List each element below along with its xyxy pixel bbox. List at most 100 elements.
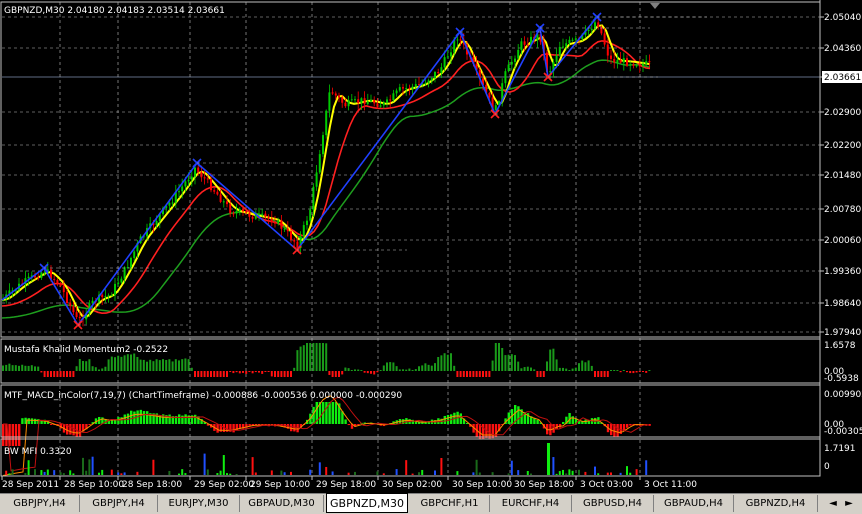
momentum-bar — [264, 371, 267, 372]
chart-tab-gbpjpy-h4[interactable]: GBPJPY,H4 — [0, 495, 80, 512]
candle-body — [283, 228, 286, 230]
scroll-left-icon[interactable]: ◄ — [826, 496, 840, 512]
mfi-bar — [101, 469, 104, 475]
momentum-bar — [414, 369, 417, 371]
price-level-label: 1.99360 — [824, 267, 861, 277]
chart-canvas[interactable]: 2.05040 2.04360 2.03661 2.02900 2.02200 2.014… — [0, 0, 862, 493]
candle-body — [331, 92, 334, 94]
momentum-bar — [133, 353, 136, 371]
momentum-bar — [187, 359, 190, 371]
momentum-bar — [421, 365, 424, 371]
chart-tab-gbpjpy-h4[interactable]: GBPJPY,H4 — [80, 495, 158, 512]
momentum-bar — [328, 371, 331, 375]
candle-body — [251, 216, 254, 219]
candle-body — [184, 181, 187, 187]
momentum-bar — [59, 371, 62, 377]
macd-histogram-bar — [232, 424, 235, 433]
macd-histogram-bar — [88, 424, 91, 425]
momentum-bar — [638, 371, 641, 372]
macd-histogram-bar — [443, 415, 446, 424]
candle-body — [350, 99, 353, 101]
mfi-bar — [123, 472, 126, 475]
chart-tab-gbpchf-h1[interactable]: GBPCHF,H1 — [410, 495, 490, 512]
candle-body — [334, 93, 337, 96]
macd-histogram-bar — [536, 419, 539, 424]
time-axis-label: 28 Sep 10:00 — [64, 480, 124, 490]
candle-body — [155, 220, 158, 226]
mfi-bar — [325, 466, 328, 475]
momentum-bar — [546, 361, 548, 371]
momentum-bar — [168, 359, 171, 371]
momentum-bar — [350, 370, 353, 371]
momentum-bar — [610, 370, 612, 371]
mfi-bar — [411, 473, 414, 475]
momentum-bar — [219, 371, 222, 377]
scroll-right-icon[interactable]: ► — [842, 496, 856, 512]
mfi-bar — [62, 473, 65, 475]
momentum-bar — [62, 371, 65, 377]
momentum-bar — [360, 370, 363, 371]
chart-tab-gbpaud-h4[interactable]: GBPAUD,H4 — [654, 495, 734, 512]
candle-body — [318, 154, 321, 173]
momentum-bar — [565, 368, 568, 371]
momentum-bar — [539, 371, 542, 377]
candle-body — [200, 172, 203, 178]
time-axis-label: 30 Sep 10:00 — [452, 480, 512, 490]
mfi-bar — [24, 473, 27, 475]
chart-tab-gbpnzd-h4[interactable]: GBPNZD,H4 — [734, 495, 818, 512]
macd-histogram-bar — [69, 424, 72, 435]
candle-body — [248, 212, 251, 217]
macd-histogram-bar — [178, 414, 181, 424]
time-axis-label: 28 Sep 18:00 — [122, 480, 182, 490]
candle-body — [392, 93, 395, 101]
mfi-bar — [558, 471, 561, 475]
momentum-bar — [142, 359, 145, 371]
candle-body — [405, 88, 408, 90]
candle-body — [408, 88, 411, 90]
chart-area[interactable]: 2.05040 2.04360 2.03661 2.02900 2.02200 2.014… — [0, 0, 862, 493]
momentum-bar — [174, 359, 177, 371]
candle-body — [75, 312, 78, 318]
mfi-bar — [34, 469, 36, 475]
momentum-bar — [594, 371, 596, 377]
mfi-bar — [82, 457, 84, 475]
candle-body — [613, 58, 616, 63]
candle-body — [274, 222, 276, 224]
candle-body — [187, 179, 190, 182]
candle-body — [443, 57, 446, 68]
momentum-bar — [11, 365, 14, 371]
chart-tab-eurchf-h4[interactable]: EURCHF,H4 — [490, 495, 572, 512]
macd-histogram-bar — [34, 418, 37, 424]
mfi-bar — [571, 470, 574, 475]
momentum-bar — [104, 366, 107, 371]
momentum-bar — [46, 371, 49, 377]
momentum-bar — [40, 371, 43, 373]
mfi-bar — [168, 470, 171, 475]
macd-panel-label: MTF_MACD_inColor(7,19,7) (ChartTimeframe… — [4, 391, 402, 401]
momentum-bar — [72, 371, 75, 377]
momentum-bar — [382, 365, 385, 371]
candle-body — [27, 276, 30, 279]
momentum-bar — [50, 371, 52, 377]
momentum-bar — [344, 367, 347, 371]
macd-histogram-bar — [72, 424, 75, 436]
chart-tab-gbpnzd-m30[interactable]: GBPNZD,M30 — [326, 493, 408, 513]
mfi-bar — [235, 473, 238, 475]
chart-tab-eurjpy-m30[interactable]: EURJPY,M30 — [158, 495, 240, 512]
momentum-bar — [494, 343, 497, 371]
momentum-bar — [616, 370, 619, 371]
momentum-bar — [462, 371, 465, 377]
time-axis-label: 3 Oct 03:00 — [580, 480, 633, 490]
momentum-bar — [78, 359, 81, 371]
mfi-bar — [88, 459, 91, 475]
momentum-bar — [8, 363, 11, 371]
momentum-bar — [98, 369, 100, 371]
chart-tab-gbpusd-h4[interactable]: GBPUSD,H4 — [572, 495, 654, 512]
mfi-bar — [120, 473, 123, 475]
chart-tab-gbpaud-m30[interactable]: GBPAUD,M30 — [240, 495, 324, 512]
candle-body — [168, 202, 171, 206]
candle-body — [309, 209, 312, 221]
candle-body — [558, 46, 561, 56]
macd-histogram-bar — [459, 413, 462, 424]
candle-body — [222, 201, 225, 203]
